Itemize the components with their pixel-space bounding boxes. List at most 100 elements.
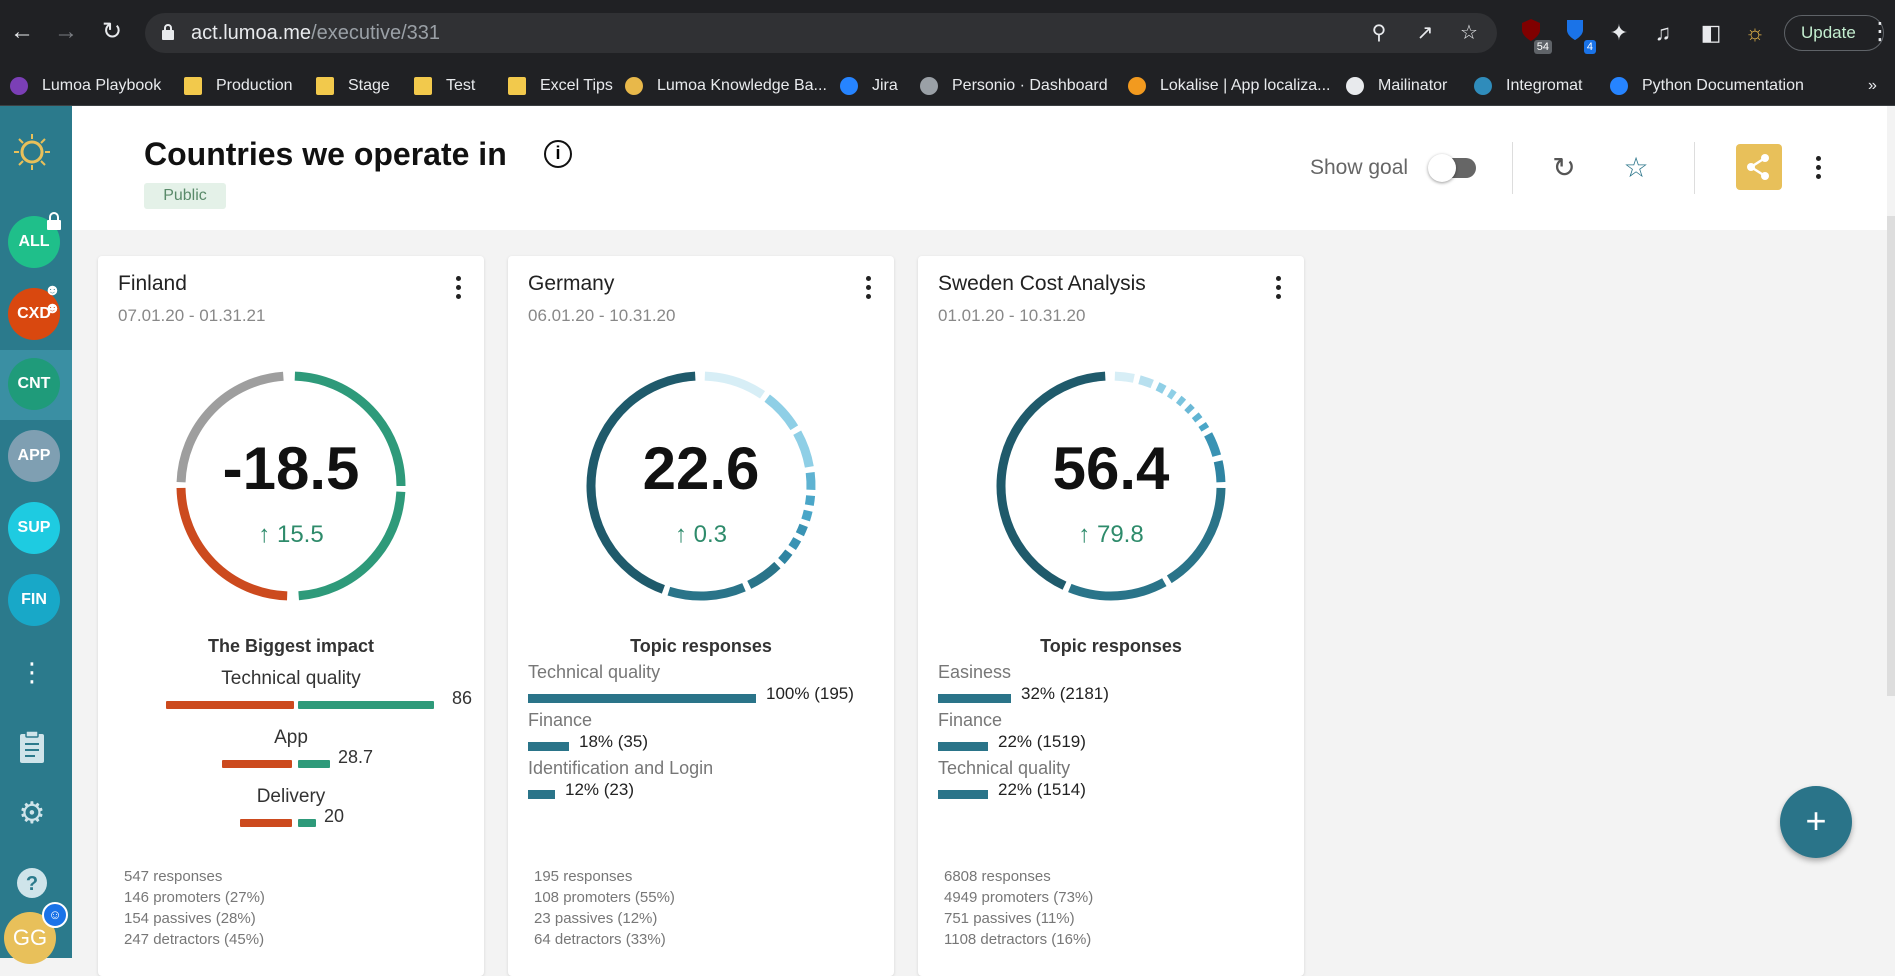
impact-row[interactable]: Delivery 20 (98, 786, 484, 827)
ublock-icon[interactable]: 54 (1516, 18, 1552, 54)
bookmark-star-icon[interactable]: ☆ (1457, 21, 1481, 45)
forward-icon[interactable]: → (48, 14, 84, 50)
info-icon[interactable]: i (544, 140, 572, 168)
side-panel-icon[interactable]: ◧ (1696, 18, 1726, 48)
workspace-fin-button[interactable]: FIN (8, 574, 60, 626)
jira-icon (840, 77, 858, 95)
impact-label: Technical quality (221, 668, 361, 689)
card-section-title: Topic responses (630, 636, 772, 656)
workspace-sup-button[interactable]: SUP (8, 502, 60, 554)
topic-row[interactable]: Technical quality 100% (195) (528, 662, 878, 703)
bookmark-item[interactable]: Lokalise | App localiza... (1128, 74, 1330, 98)
share-page-icon[interactable]: ↗ (1413, 21, 1437, 45)
card-date-range: 01.01.20 - 10.31.20 (938, 306, 1086, 325)
bookmark-label: Integromat (1506, 77, 1583, 94)
folder-icon (508, 77, 526, 95)
onenote-icon (10, 77, 28, 95)
topic-row[interactable]: Finance 18% (35) (528, 710, 878, 751)
topic-value: 22% (1514) (998, 780, 1086, 799)
topic-row[interactable]: Finance 22% (1519) (938, 710, 1288, 751)
help-icon[interactable]: ? (14, 866, 50, 902)
bookmark-item[interactable]: Python Documentation (1610, 74, 1804, 98)
topic-row[interactable]: Easiness 32% (2181) (938, 662, 1288, 703)
bookmark-item[interactable]: Stage (316, 74, 390, 98)
card-menu-icon[interactable] (866, 276, 872, 303)
topic-bar (938, 790, 988, 799)
topic-bar (528, 694, 756, 703)
card-title: Finland (118, 272, 187, 295)
scrollbar[interactable] (1887, 216, 1895, 696)
address-bar[interactable]: act.lumoa.me/executive/331 ⚲ ↗ ☆ (145, 13, 1497, 53)
impact-row[interactable]: Technical quality 86 (98, 668, 484, 709)
lumoa-logo-icon[interactable] (12, 132, 52, 172)
bookmark-label: Jira (872, 77, 898, 94)
browser-menu-icon[interactable]: ⋮ (1868, 14, 1892, 50)
refresh-icon[interactable]: ↻ (1546, 150, 1582, 186)
country-card[interactable]: Finland 07.01.20 - 01.31.21 -18.5 ↑ 15.5… (98, 256, 484, 976)
donut-segment (1114, 371, 1135, 383)
share-icon (1747, 154, 1769, 180)
score-change-value: 79.8 (1096, 521, 1144, 548)
bookmark-item[interactable]: Personio · Dashboard (920, 74, 1108, 98)
topic-value: 18% (35) (579, 732, 648, 751)
card-menu-icon[interactable] (456, 276, 462, 303)
bitwarden-icon[interactable]: 4 (1560, 18, 1596, 54)
stat-line: 154 passives (28%) (124, 910, 256, 927)
media-control-icon[interactable]: ♫ (1648, 18, 1678, 48)
topic-label: Finance (938, 710, 1003, 730)
visibility-badge: Public (144, 183, 226, 209)
workspace-app-button[interactable]: APP (8, 430, 60, 482)
topic-row[interactable]: Technical quality 22% (1514) (938, 758, 1288, 799)
share-button[interactable] (1736, 144, 1782, 190)
donut-segment (801, 509, 813, 522)
country-card[interactable]: Sweden Cost Analysis 01.01.20 - 10.31.20… (918, 256, 1304, 976)
bookmark-item[interactable]: Production (184, 74, 293, 98)
negative-impact-bar (166, 701, 294, 709)
workspace-cnt-button[interactable]: CNT (8, 358, 60, 410)
sun-extension-icon[interactable]: ☼ (1740, 18, 1770, 48)
nps-score: 56.4 (1052, 435, 1170, 502)
card-title: Germany (528, 272, 615, 295)
country-card[interactable]: Germany 06.01.20 - 10.31.20 22.6 ↑ 0.3 T… (508, 256, 894, 976)
negative-impact-bar (222, 760, 292, 768)
bookmark-label: Personio · Dashboard (952, 77, 1108, 94)
svg-text:?: ? (26, 873, 38, 895)
bookmark-label: Lokalise | App localiza... (1160, 77, 1331, 94)
personio-icon (920, 77, 938, 95)
group-icon: ☻☻ (44, 282, 61, 317)
bookmark-item[interactable]: Mailinator (1346, 74, 1447, 98)
globe-icon (1346, 77, 1364, 95)
assistant-icon[interactable]: ☺ (42, 902, 68, 928)
lokalise-icon (1128, 77, 1146, 95)
impact-value: 28.7 (338, 747, 374, 767)
extensions-puzzle-icon[interactable]: ✦ (1604, 18, 1634, 48)
back-icon[interactable]: ← (4, 14, 40, 50)
bookmark-item[interactable]: Lumoa Playbook (10, 74, 161, 98)
bookmark-item[interactable]: Test (414, 74, 475, 98)
zoom-icon[interactable]: ⚲ (1367, 21, 1391, 45)
stat-line: 146 promoters (27%) (124, 889, 265, 906)
bookmark-item[interactable]: Lumoa Knowledge Ba... (625, 74, 827, 98)
impact-row[interactable]: App 28.7 (98, 727, 484, 768)
bookmark-label: Python Documentation (1642, 77, 1804, 94)
add-widget-button[interactable]: + (1780, 786, 1852, 858)
bookmark-label: Lumoa Playbook (42, 77, 162, 94)
gear-icon[interactable]: ⚙ (14, 796, 50, 832)
more-vert-icon[interactable]: ⋮ (14, 654, 50, 690)
reload-icon[interactable]: ↻ (94, 14, 130, 50)
clipboard-icon[interactable] (14, 730, 50, 766)
bookmark-item[interactable]: Integromat (1474, 74, 1582, 98)
show-goal-toggle[interactable] (1428, 154, 1476, 182)
arrow-up-icon: ↑ (1078, 521, 1091, 548)
bookmark-item[interactable]: Jira (840, 74, 898, 98)
impact-label: App (274, 727, 308, 748)
card-date-range: 06.01.20 - 10.31.20 (528, 306, 676, 325)
topic-bar (528, 742, 569, 751)
bookmarks-overflow-icon[interactable]: » (1868, 74, 1877, 98)
favorite-star-icon[interactable]: ☆ (1618, 150, 1654, 186)
card-menu-icon[interactable] (1276, 276, 1282, 303)
topic-row[interactable]: Identification and Login 12% (23) (528, 758, 878, 799)
bookmark-item[interactable]: Excel Tips (508, 74, 613, 98)
page-menu-icon[interactable] (1816, 156, 1822, 183)
positive-impact-bar (298, 701, 434, 709)
